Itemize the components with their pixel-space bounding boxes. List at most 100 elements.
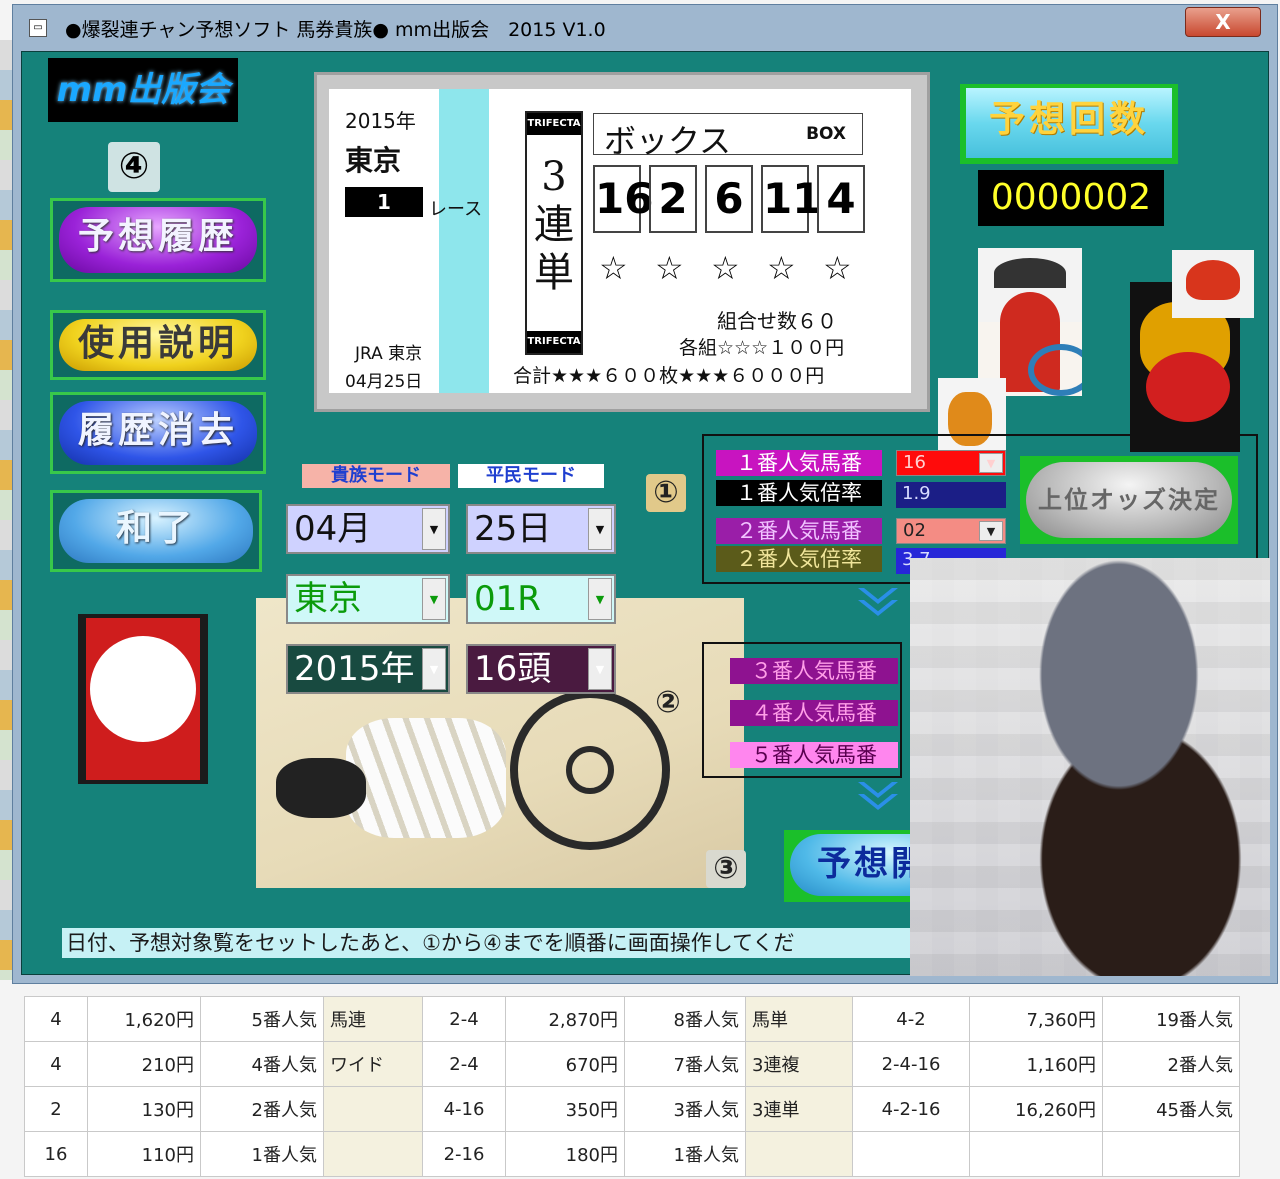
exit-button[interactable]: 和了 [59,499,253,563]
betting-ticket: 2015年 東京 1 レース JRA 東京 04月25日 TRIFECTA 3 … [329,89,911,393]
table-cell: 110円 [87,1131,201,1177]
ticket-year: 2015年 [345,109,416,133]
year-select[interactable]: 2015年 ▼ [286,644,450,694]
p2-horse-value: 02 [903,520,926,541]
chevron-down-icon[interactable]: ▼ [588,578,612,620]
bet-method-jp: ボックス [604,122,732,160]
table-cell: 2番人気 [200,1086,324,1132]
trifecta-caption-bottom: TRIFECTA [527,331,581,353]
table-cell: 210円 [87,1041,201,1087]
ticket-date: 04月25日 [345,372,423,392]
ticket-number: 4 [817,165,865,233]
table-cell: 19番人気 [1102,996,1240,1042]
down-arrow-icon [840,584,916,624]
table-cell: 4番人気 [200,1041,324,1087]
clear-button-frame: 履歴消去 [50,392,266,474]
month-select[interactable]: 04月 ▼ [286,504,450,554]
table-cell: 1番人気 [200,1131,324,1177]
field-size-select[interactable]: 16頭 ▼ [466,644,616,694]
day-select[interactable]: 25日 ▼ [466,504,616,554]
table-cell: 16,260円 [969,1086,1103,1132]
background-window-strip [0,40,12,980]
ticket-stripe [439,89,489,393]
app-icon[interactable]: ▭ [29,19,47,37]
chevron-down-icon[interactable]: ▼ [979,453,1003,473]
table-cell: 2-4 [422,996,506,1042]
usage-guide-button[interactable]: 使用説明 [59,319,257,371]
cart-hub-icon [566,746,614,794]
chevron-down-icon[interactable]: ▼ [422,508,446,550]
p1-horse-value: 16 [903,452,926,473]
chevron-down-icon[interactable]: ▼ [422,578,446,620]
procession-figures [346,718,506,838]
p2-horse-select[interactable]: 02 ▼ [896,518,1006,544]
table-cell: 1,160円 [969,1041,1103,1087]
bet-char: 3 [541,154,567,200]
table-cell: 馬連 [323,996,423,1042]
table-cell [1102,1131,1240,1177]
chevron-down-icon[interactable]: ▼ [422,648,446,690]
table-cell: 3番人気 [624,1086,746,1132]
ticket-race-word: レース [429,199,483,220]
prediction-history-button[interactable]: 予想履歴 [59,207,257,273]
table-cell: 2-4-16 [852,1041,970,1087]
step-1-marker: ① [646,474,686,512]
background-results-table: 4 1,620円 5番人気 馬連 2-4 2,870円 8番人気 馬単 4-2 … [24,996,1240,1177]
p1-odds-field[interactable]: 1.9 [896,482,1006,508]
ticket-number: 2 [649,165,697,233]
bet-method-en: BOX [806,124,846,144]
venue-select[interactable]: 東京 ▼ [286,574,450,624]
table-cell: 7番人気 [624,1041,746,1087]
bet-method-box: ボックス BOX [593,113,863,160]
ticket-each-amount: 各組☆☆☆１００円 [679,337,845,359]
table-cell: 2-16 [422,1131,506,1177]
table-row: 4 210円 4番人気 ワイド 2-4 670円 7番人気 3連複 2-4-16… [24,1041,1240,1087]
day-value: 25日 [474,509,552,549]
month-value: 04月 [294,509,372,549]
ticket-total: 合計★★★６００枚★★★６０００円 [513,365,825,387]
noble-picture-card [978,248,1082,396]
star-icon: ☆ [711,249,740,287]
chevron-down-icon[interactable]: ▼ [588,508,612,550]
chevron-down-icon[interactable]: ▼ [588,648,612,690]
prediction-count-button[interactable]: 予想回数 [966,88,1172,158]
table-cell: 4-2-16 [852,1086,970,1132]
down-arrow-icon [840,778,916,818]
chevron-down-icon[interactable]: ▼ [979,521,1003,541]
close-button[interactable]: X [1185,7,1261,37]
table-cell: 16 [24,1131,88,1177]
table-cell: 2 [24,1086,88,1132]
clear-history-button[interactable]: 履歴消去 [59,401,257,465]
history-button-frame: 予想履歴 [50,198,266,282]
pixelated-face-image [910,558,1270,976]
flower-icon [1146,352,1230,422]
exit-button-frame: 和了 [50,490,262,572]
race-value: 01R [474,579,541,619]
table-cell: 350円 [505,1086,625,1132]
ticket-combinations: 組合せ数６０ [717,309,837,333]
publisher-logo: mm出版会 [48,58,238,122]
civil-mode-tab[interactable]: 平民モード [458,464,604,488]
client-area: mm出版会 ④ 予想履歴 使用説明 履歴消去 和了 2015年 東京 1 レース [21,51,1270,976]
betting-ticket-frame: 2015年 東京 1 レース JRA 東京 04月25日 TRIFECTA 3 … [314,72,930,412]
table-cell: 1,620円 [87,996,201,1042]
bet-type-vertical: 3 連 単 [531,153,577,297]
window-title: ●爆裂連チャン予想ソフト 馬券貴族● mm出版会 2015 V1.0 [65,19,606,41]
table-row: 2 130円 2番人気 4-16 350円 3番人気 3連単 4-2-16 16… [24,1086,1240,1132]
table-cell: 670円 [505,1041,625,1087]
noble-mode-tab[interactable]: 貴族モード [302,464,450,488]
decide-top-odds-button[interactable]: 上位オッズ決定 [1026,462,1232,538]
scroll-painting [256,598,744,888]
table-cell [852,1131,970,1177]
race-select[interactable]: 01R ▼ [466,574,616,624]
table-cell [323,1086,423,1132]
ticket-race-number: 1 [345,187,423,217]
title-bar[interactable]: ▭ ●爆裂連チャン予想ソフト 馬券貴族● mm出版会 2015 V1.0 X [13,5,1277,51]
p2-horse-label: ２番人気馬番 [716,518,882,544]
table-cell: ワイド [323,1041,423,1087]
p1-horse-select[interactable]: 16 ▼ [896,450,1006,476]
p5-label: ５番人気馬番 [730,742,898,768]
hanafuda-moon-card [78,614,208,784]
ticket-org: JRA 東京 [355,344,423,364]
table-row: 4 1,620円 5番人気 馬連 2-4 2,870円 8番人気 馬単 4-2 … [24,996,1240,1042]
